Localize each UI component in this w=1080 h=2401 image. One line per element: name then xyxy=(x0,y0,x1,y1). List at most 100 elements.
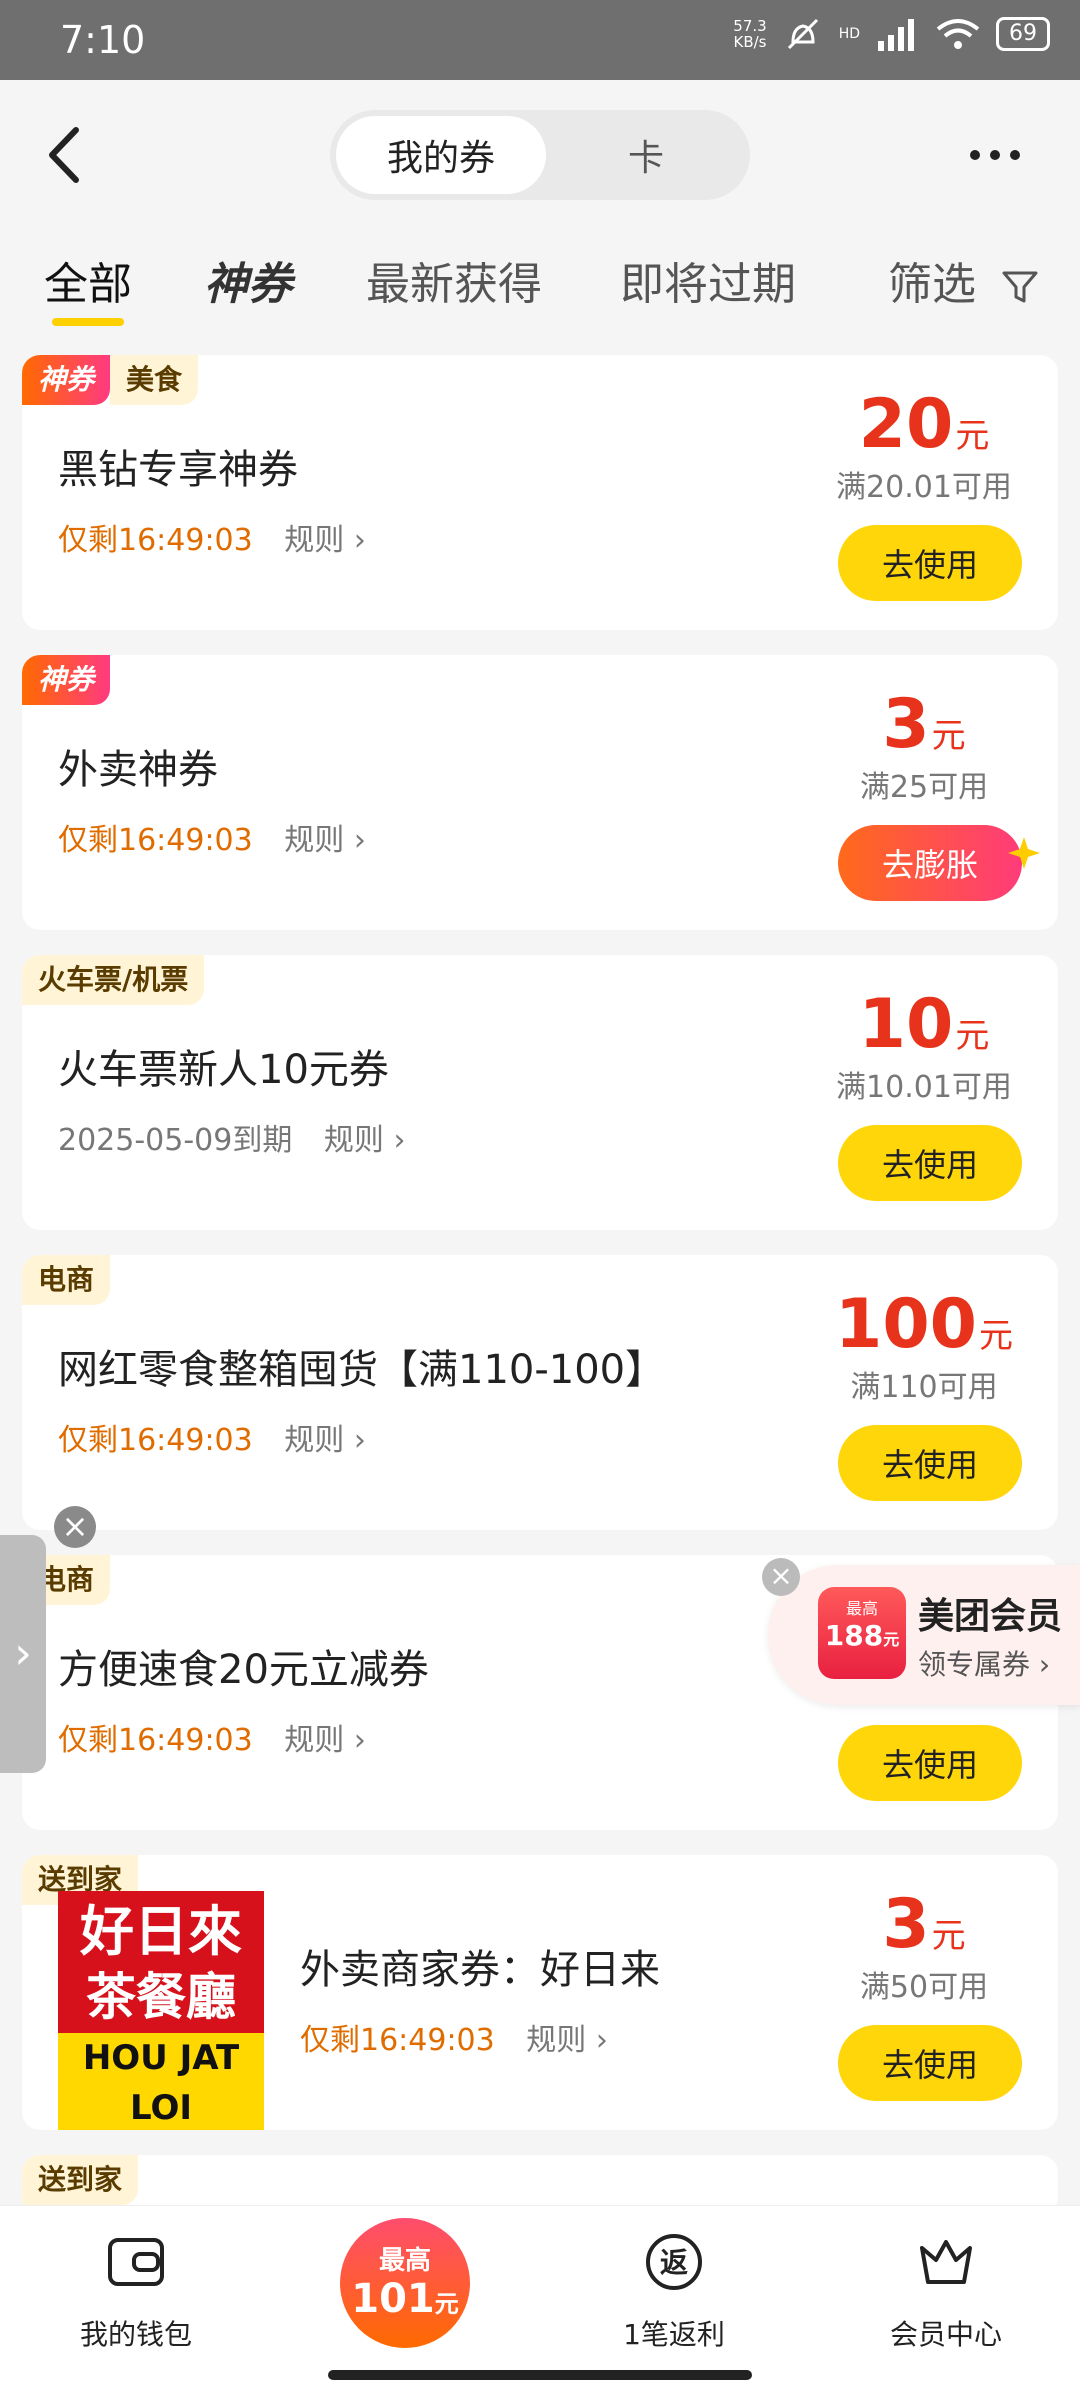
segment-my-coupons[interactable]: 我的券 xyxy=(336,116,546,194)
coupon-expiry: 仅剩16:49:03 xyxy=(58,823,253,858)
tag-category: 送到家 xyxy=(22,2155,139,2205)
crown-icon xyxy=(920,2240,972,2284)
coupon-unit: 元 xyxy=(978,1316,1013,1356)
tab-underline xyxy=(52,318,124,326)
rules-link[interactable]: 规则 › xyxy=(284,1423,366,1458)
coupon-title: 外卖商家券：好日来 xyxy=(300,1947,660,1993)
rules-link[interactable]: 规则 › xyxy=(526,2023,608,2058)
nav-wallet-label: 我的钱包 xyxy=(79,2318,192,2351)
coupon-card[interactable]: 电商 网红零食整箱囤货【满110-100】 仅剩16:49:03 规则 › 10… xyxy=(22,1255,1058,1530)
coupon-title: 方便速食20元立减券 xyxy=(58,1647,429,1693)
close-icon[interactable]: × xyxy=(762,1558,800,1596)
nav-member-center[interactable]: 会员中心 xyxy=(846,2230,1046,2353)
coupon-expiry: 仅剩16:49:03 xyxy=(58,1723,253,1758)
coupon-condition: 满10.01可用 xyxy=(836,1070,1012,1105)
nav-rebate-label: 1笔返利 xyxy=(623,2318,725,2351)
use-button[interactable]: 去使用 xyxy=(838,2025,1022,2101)
segment-control: 我的券 卡 xyxy=(330,110,750,200)
use-button[interactable]: 去使用 xyxy=(838,525,1022,601)
rules-link[interactable]: 规则 › xyxy=(284,523,366,558)
tag-category: 电商 xyxy=(22,1255,111,1305)
coupon-expiry: 仅剩16:49:03 xyxy=(300,2023,495,2058)
coupon-subline: 仅剩16:49:03 规则 › xyxy=(58,815,366,859)
coupon-unit: 元 xyxy=(931,1916,966,1956)
back-icon[interactable] xyxy=(40,120,90,190)
coupon-subline: 仅剩16:49:03 规则 › xyxy=(58,515,366,559)
coupon-expiry: 2025-05-09到期 xyxy=(58,1123,293,1158)
coupon-card[interactable]: 火车票/机票 火车票新人10元券 2025-05-09到期 规则 › 10元 满… xyxy=(22,955,1058,1230)
tab-expiring[interactable]: 即将过期 xyxy=(620,248,796,312)
coupon-value: 3 xyxy=(882,1885,930,1964)
home-indicator[interactable] xyxy=(328,2370,752,2380)
tab-filter[interactable]: 筛选 xyxy=(888,248,1040,312)
tab-all-label: 全部 xyxy=(44,259,132,310)
coupon-card[interactable]: 神券 外卖神券 仅剩16:49:03 规则 › 3元 满25可用 去膨胀 xyxy=(22,655,1058,930)
logo-line1: 好日來 xyxy=(80,1900,242,1963)
use-button[interactable]: 去使用 xyxy=(838,1125,1022,1201)
coupon-expiry: 仅剩16:49:03 xyxy=(58,1423,253,1458)
coupon-amount: 3元 满25可用 xyxy=(814,685,1034,806)
network-speed-unit: KB/s xyxy=(733,33,767,51)
status-bar: 7:10 57.3 KB/s HD 69 xyxy=(0,0,1080,80)
coupon-title: 外卖神券 xyxy=(58,747,218,793)
coupon-condition: 满25可用 xyxy=(859,770,989,805)
promo-title: 美团会员 xyxy=(918,1596,1063,1637)
promo-badge: 最高 188元 xyxy=(818,1587,906,1679)
coupon-tags: 神券 xyxy=(22,655,111,705)
nav-wallet[interactable]: 我的钱包 xyxy=(36,2230,236,2353)
battery-icon: 69 xyxy=(996,17,1050,51)
merchant-logo: 好日來 茶餐廳 HOU JAT LOI xyxy=(58,1891,264,2130)
expand-button[interactable]: 去膨胀 xyxy=(838,825,1022,901)
coupon-title: 网红零食整箱囤货【满110-100】 xyxy=(58,1347,666,1393)
network-speed-value: 57.3 xyxy=(733,17,767,35)
member-promo-bubble[interactable]: 最高 188元 美团会员 领专属券 › xyxy=(768,1565,1080,1705)
tag-category: 火车票/机票 xyxy=(22,955,205,1005)
coupon-value: 100 xyxy=(835,1285,977,1364)
coupon-condition: 满50可用 xyxy=(859,1970,989,2005)
coupon-condition: 满110可用 xyxy=(850,1370,998,1405)
nav-center-unit: 元 xyxy=(434,2290,459,2318)
coupon-tags: 送到家 xyxy=(22,2155,139,2205)
logo-line3: HOU JAT LOI xyxy=(58,2033,264,2130)
rules-link[interactable]: 规则 › xyxy=(284,823,366,858)
tab-newest[interactable]: 最新获得 xyxy=(366,248,542,312)
use-button[interactable]: 去使用 xyxy=(838,1725,1022,1801)
coupon-amount: 10元 满10.01可用 xyxy=(814,985,1034,1106)
rules-link[interactable]: 规则 › xyxy=(284,1723,366,1758)
coupon-value: 10 xyxy=(858,985,954,1064)
more-icon[interactable] xyxy=(970,150,1020,160)
header: 我的券 卡 全部 神券 最新获得 即将过期 筛选 xyxy=(0,80,1080,340)
filter-icon xyxy=(1002,271,1038,303)
coupon-tags: 神券 美食 xyxy=(22,355,199,405)
coupon-card[interactable]: 送到家 好日來 茶餐廳 HOU JAT LOI 外卖商家券：好日来 仅剩16:4… xyxy=(22,1855,1058,2130)
coupon-subline: 仅剩16:49:03 规则 › xyxy=(300,2015,608,2059)
promo-subtitle: 领专属券 › xyxy=(918,1648,1051,1681)
use-button[interactable]: 去使用 xyxy=(838,1425,1022,1501)
svg-text:返: 返 xyxy=(660,2246,688,2279)
coupon-tags: 火车票/机票 xyxy=(22,955,205,1005)
coupon-subline: 仅剩16:49:03 规则 › xyxy=(58,1415,366,1459)
filter-tabs: 全部 神券 最新获得 即将过期 筛选 xyxy=(0,240,1080,326)
segment-cards[interactable]: 卡 xyxy=(546,116,746,194)
nav-rebate[interactable]: 返 1笔返利 xyxy=(574,2230,774,2353)
side-drawer-handle[interactable]: › xyxy=(0,1535,46,1773)
nav-member-label: 会员中心 xyxy=(889,2318,1002,2351)
tag-special: 神券 xyxy=(22,355,111,405)
close-icon[interactable]: × xyxy=(54,1506,96,1548)
coupon-card[interactable]: 神券 美食 黑钻专享神券 仅剩16:49:03 规则 › 20元 满20.01可… xyxy=(22,355,1058,630)
coupon-value: 3 xyxy=(882,685,930,764)
tab-all[interactable]: 全部 xyxy=(44,248,132,326)
logo-line2: 茶餐廳 xyxy=(86,1968,236,2026)
coupon-tags: 电商 xyxy=(22,1255,111,1305)
sparkle-icon xyxy=(1008,837,1040,869)
coupon-subline: 2025-05-09到期 规则 › xyxy=(58,1115,405,1159)
nav-center-reward[interactable]: 最高 101元 xyxy=(340,2218,470,2348)
signal-icon xyxy=(878,19,914,51)
rules-link[interactable]: 规则 › xyxy=(324,1123,406,1158)
tag-special: 神券 xyxy=(22,655,111,705)
network-speed: 57.3 KB/s xyxy=(733,18,766,50)
coupon-title: 黑钻专享神券 xyxy=(58,447,298,493)
promo-badge-unit: 元 xyxy=(883,1630,900,1649)
tab-shen[interactable]: 神券 xyxy=(204,248,292,312)
promo-badge-label: 最高 xyxy=(845,1599,878,1618)
